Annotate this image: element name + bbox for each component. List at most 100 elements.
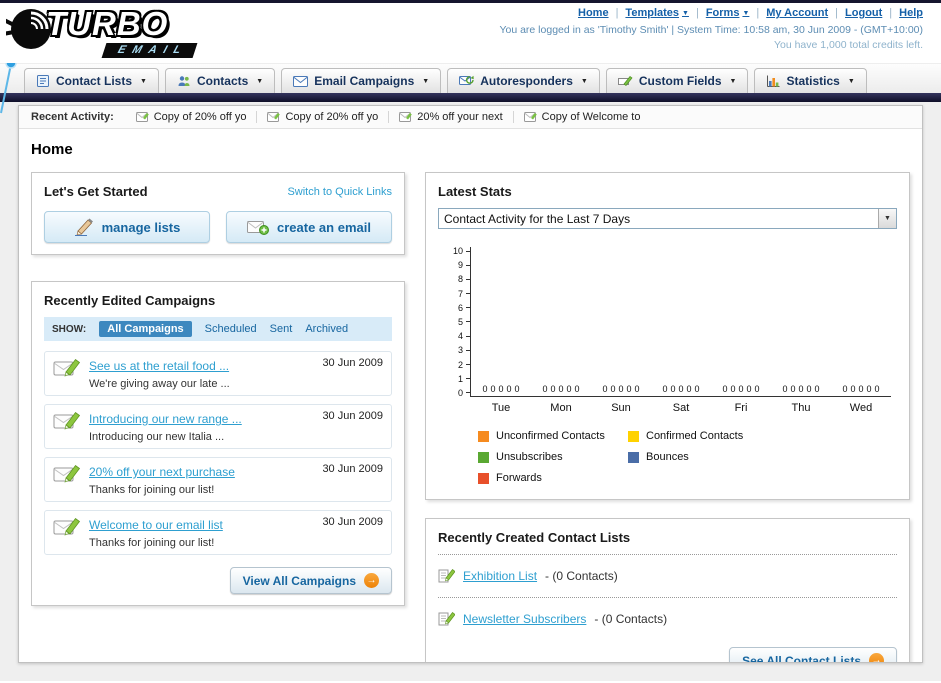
latest-stats-panel: Latest Stats Contact Activity for the La… [425, 172, 910, 500]
contact-list-row[interactable]: Exhibition List - (0 Contacts) [438, 564, 897, 588]
bar-group: 00000 [842, 384, 880, 394]
recent-activity-text: Copy of 20% off yo [285, 111, 379, 123]
recent-activity-item[interactable]: 20% off your next [389, 111, 514, 123]
recent-activity-item[interactable]: Copy of 20% off yo [126, 111, 258, 123]
legend-item: Forwards [478, 472, 628, 484]
y-tick: 9 [444, 261, 470, 270]
campaign-title-link[interactable]: Introducing our new range ... [89, 412, 242, 426]
nav-link-help[interactable]: Help [899, 7, 923, 19]
view-all-campaigns-label: View All Campaigns [242, 573, 356, 588]
campaign-text: 20% off your next purchase Thanks for jo… [89, 463, 314, 496]
credits-info: You have 1,000 total credits left. [773, 39, 923, 51]
envelope-pencil-icon [399, 112, 413, 122]
turbo-email-logo[interactable]: TURBO EMAIL [6, 5, 198, 58]
campaign-text: See us at the retail food ... We're givi… [89, 357, 314, 390]
x-tick-label: Sat [672, 402, 690, 414]
contact-list-link[interactable]: Newsletter Subscribers [463, 612, 586, 626]
campaign-row[interactable]: Welcome to our email list Thanks for joi… [44, 510, 392, 555]
switch-quick-links-link[interactable]: Switch to Quick Links [287, 186, 392, 198]
campaign-row[interactable]: See us at the retail food ... We're givi… [44, 351, 392, 396]
recent-activity-item[interactable]: Copy of 20% off yo [257, 111, 390, 123]
x-tick-label: Sun [611, 402, 631, 414]
right-column: Latest Stats Contact Activity for the La… [425, 172, 910, 662]
campaigns-title: Recently Edited Campaigns [44, 293, 216, 308]
tab-label: Email Campaigns [314, 74, 415, 88]
contact-list-detail: - (0 Contacts) [545, 569, 618, 583]
envelope-icon [293, 75, 309, 87]
dotted-divider [438, 554, 897, 555]
campaign-title-link[interactable]: See us at the retail food ... [89, 359, 229, 373]
filter-archived[interactable]: Archived [305, 323, 348, 335]
campaign-title-link[interactable]: 20% off your next purchase [89, 465, 235, 479]
y-tick: 1 [444, 374, 470, 383]
pencil-icon [74, 218, 94, 236]
tab-contact-lists[interactable]: Contact Lists ▼ [24, 68, 159, 93]
nav-link-label: Logout [845, 7, 883, 19]
nav-link-my-account[interactable]: My Account [766, 7, 828, 19]
contact-list-row[interactable]: Newsletter Subscribers - (0 Contacts) [438, 607, 897, 631]
nav-link-logout[interactable]: Logout [845, 7, 882, 19]
latest-stats-title: Latest Stats [438, 184, 512, 199]
bar-group: 00000 [542, 384, 580, 394]
envelope-pencil-icon [523, 112, 537, 122]
campaign-title-link[interactable]: Welcome to our email list [89, 518, 223, 532]
tab-email-campaigns[interactable]: Email Campaigns ▼ [281, 68, 442, 93]
campaign-date: 30 Jun 2009 [322, 410, 383, 422]
contacts-icon [177, 74, 191, 88]
show-label: SHOW: [52, 323, 87, 335]
stats-period-select[interactable]: Contact Activity for the Last 7 Days ▼ [438, 208, 897, 229]
filter-all-campaigns[interactable]: All Campaigns [99, 321, 192, 337]
recent-activity-bar: Recent Activity: Copy of 20% off yo Copy… [19, 106, 922, 129]
campaign-row[interactable]: 20% off your next purchase Thanks for jo… [44, 457, 392, 502]
recent-activity-item[interactable]: Copy of Welcome to [514, 111, 651, 123]
separator: | [615, 7, 619, 19]
x-tick-label: Mon [550, 402, 572, 414]
filter-sent[interactable]: Sent [270, 323, 293, 335]
chart-plot: 00000 00000 00000 00000 00000 00000 00000 [470, 247, 891, 397]
chart-y-axis: 10 9 8 7 6 5 4 3 2 1 0 [444, 247, 470, 397]
y-tick: 7 [444, 289, 470, 298]
create-email-button[interactable]: create an email [226, 211, 392, 243]
legend-item: Unsubscribes [478, 451, 628, 463]
campaign-text: Welcome to our email list Thanks for joi… [89, 516, 314, 549]
tab-label: Contact Lists [56, 74, 133, 88]
main-nav-tabbar: Contact Lists ▼ Contacts ▼ Email Campaig… [0, 63, 941, 93]
see-all-contact-lists-button[interactable]: See All Contact Lists → [729, 647, 897, 662]
recently-created-lists-panel: Recently Created Contact Lists Exhibitio… [425, 518, 910, 662]
manage-lists-label: manage lists [101, 219, 181, 235]
nav-link-forms[interactable]: Forms ▼ [706, 7, 750, 19]
tab-autoresponders[interactable]: Autoresponders ▼ [447, 68, 600, 93]
x-tick-label: Tue [491, 402, 511, 414]
contact-list-detail: - (0 Contacts) [594, 612, 668, 626]
contact-lists-title: Recently Created Contact Lists [438, 530, 631, 545]
recently-edited-campaigns-panel: Recently Edited Campaigns SHOW: All Camp… [31, 281, 405, 606]
chart-x-labels: Tue Mon Sun Sat Fri Thu Wed [471, 402, 891, 414]
campaign-text: Introducing our new range ... Introducin… [89, 410, 314, 443]
nav-link-home[interactable]: Home [578, 7, 609, 19]
contact-list-link[interactable]: Exhibition List [463, 569, 537, 583]
y-tick: 6 [444, 303, 470, 312]
campaign-row[interactable]: Introducing our new range ... Introducin… [44, 404, 392, 449]
chevron-down-icon: ▼ [847, 77, 855, 85]
envelope-plus-icon [247, 219, 270, 235]
tab-custom-fields[interactable]: Custom Fields ▼ [605, 68, 749, 93]
tab-contacts[interactable]: Contacts ▼ [164, 68, 276, 93]
page-title: Home [31, 141, 73, 158]
filter-scheduled[interactable]: Scheduled [205, 323, 257, 335]
envelope-pencil-icon [53, 463, 81, 485]
autoresponder-icon [459, 75, 474, 87]
tab-statistics[interactable]: Statistics ▼ [754, 68, 867, 93]
campaign-date: 30 Jun 2009 [322, 516, 383, 528]
view-all-campaigns-button[interactable]: View All Campaigns → [229, 567, 392, 594]
nav-divider-bar [0, 93, 941, 102]
nav-link-templates[interactable]: Templates ▼ [625, 7, 689, 19]
arrow-right-icon: → [869, 653, 884, 662]
bar-group: 00000 [722, 384, 760, 394]
contact-activity-chart: 10 9 8 7 6 5 4 3 2 1 0 000000000000000000000000000… [438, 247, 897, 484]
y-tick: 0 [444, 388, 470, 397]
x-tick-label: Wed [849, 402, 873, 414]
manage-lists-button[interactable]: manage lists [44, 211, 210, 243]
chevron-down-icon: ▼ [729, 77, 737, 85]
separator: | [835, 7, 839, 19]
logo-line2: EMAIL [101, 43, 198, 58]
